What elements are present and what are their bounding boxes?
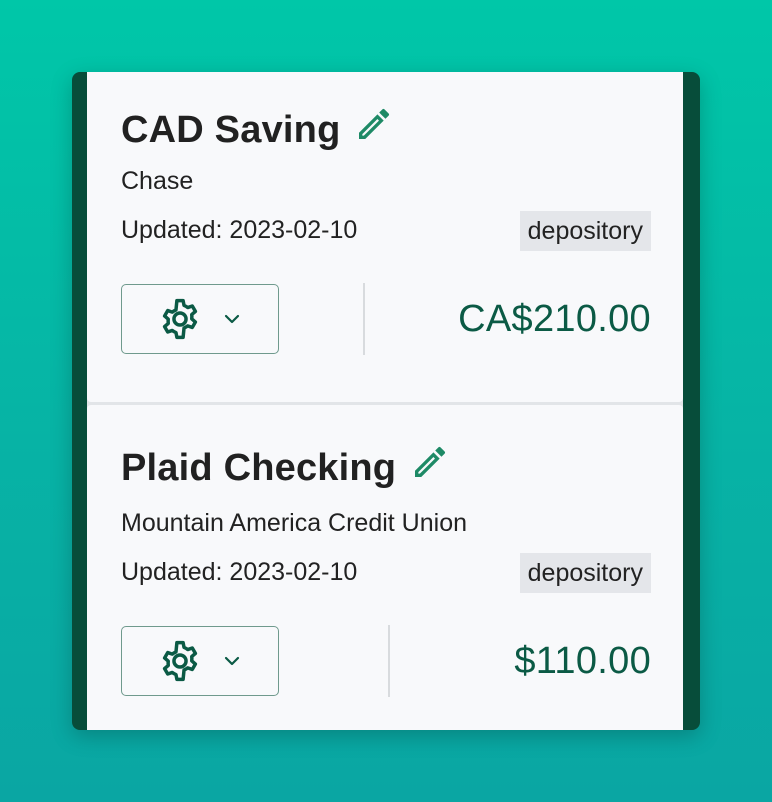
- account-type-badge: depository: [519, 553, 651, 593]
- account-balance: $110.00: [514, 640, 651, 682]
- pencil-icon[interactable]: [354, 104, 394, 144]
- account-name: CAD Saving: [121, 109, 341, 151]
- divider: [363, 283, 365, 355]
- institution-name: Chase: [121, 167, 194, 195]
- account-card: Plaid Checking Mountain America Credit U…: [87, 405, 683, 730]
- account-type-badge: depository: [519, 211, 651, 251]
- account-card: CAD Saving Chase Updated: 2023-02-10 dep…: [87, 72, 683, 402]
- pencil-icon[interactable]: [410, 442, 450, 482]
- updated-date: Updated: 2023-02-10: [121, 216, 358, 244]
- gear-icon: [158, 639, 202, 683]
- chevron-down-icon: [222, 651, 242, 671]
- account-balance: CA$210.00: [458, 298, 651, 340]
- institution-name: Mountain America Credit Union: [121, 509, 467, 537]
- account-settings-dropdown-button[interactable]: [121, 626, 279, 696]
- account-title-row: Plaid Checking: [121, 440, 450, 496]
- divider: [388, 625, 390, 697]
- account-title-row: CAD Saving: [121, 102, 394, 158]
- gear-icon: [158, 297, 202, 341]
- account-name: Plaid Checking: [121, 447, 397, 489]
- chevron-down-icon: [222, 309, 242, 329]
- updated-date: Updated: 2023-02-10: [121, 558, 358, 586]
- accounts-panel: CAD Saving Chase Updated: 2023-02-10 dep…: [72, 72, 700, 730]
- account-settings-dropdown-button[interactable]: [121, 284, 279, 354]
- account-list: CAD Saving Chase Updated: 2023-02-10 dep…: [87, 72, 683, 730]
